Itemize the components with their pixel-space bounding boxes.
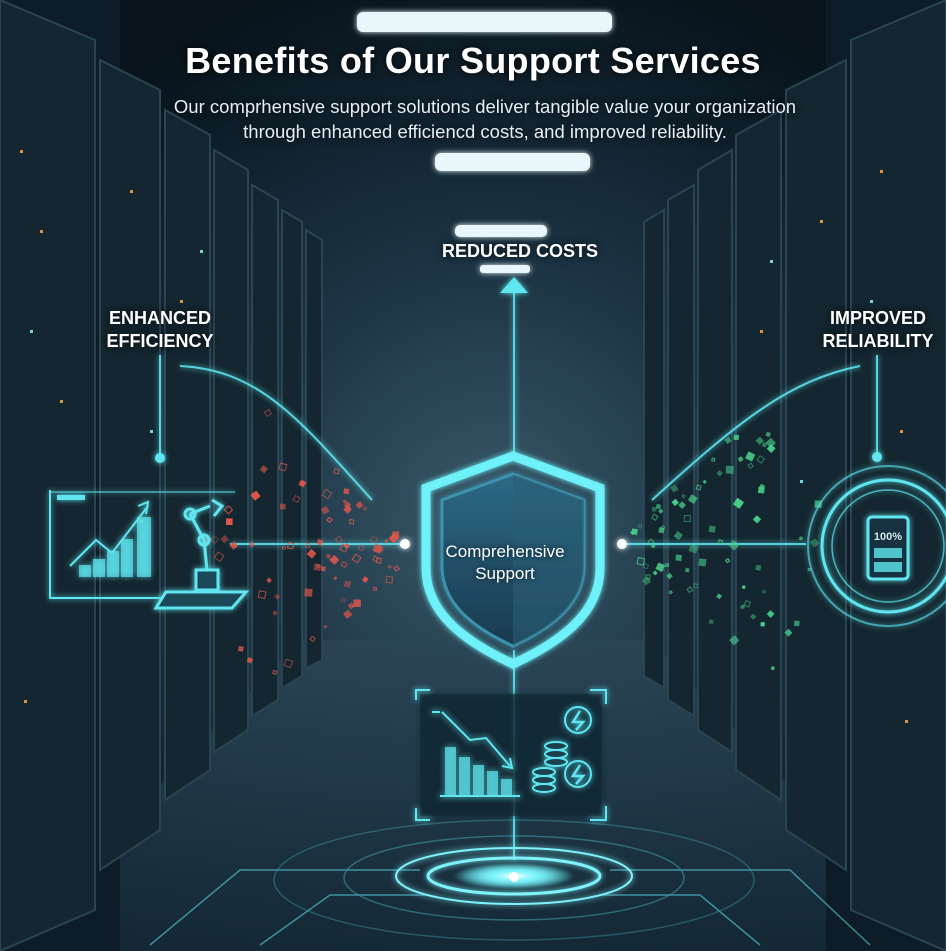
data-particle: [333, 576, 338, 581]
data-particle: [362, 506, 368, 512]
data-particle: [238, 645, 244, 652]
data-particle: [765, 431, 771, 437]
battery-percentage: 100%: [873, 531, 903, 543]
data-particle: [658, 527, 665, 534]
data-particle: [757, 486, 765, 494]
data-particle: [353, 599, 361, 608]
data-particle: [343, 580, 352, 588]
data-particle: [342, 498, 348, 504]
benefit-label-reduced-costs: REDUCED COSTS: [441, 241, 598, 261]
data-particle: [684, 567, 690, 573]
cost-down-chart-icon: [415, 689, 607, 821]
data-particle: [226, 518, 233, 526]
data-particle: [688, 543, 699, 554]
data-particle: [733, 434, 740, 441]
data-particle: [658, 508, 664, 514]
data-particle: [702, 479, 707, 484]
page-title: Benefits of Our Support Services: [185, 40, 761, 81]
page-subtitle: Our comprhensive support solutions deliv…: [173, 96, 797, 142]
data-particle: [323, 624, 328, 629]
data-particle: [272, 610, 278, 616]
data-particle: [725, 465, 734, 474]
benefit-label-improved-reliability: IMPROVED RELIABILITY: [822, 308, 934, 351]
data-particle: [279, 503, 286, 510]
data-particle: [708, 619, 714, 625]
data-particle: [755, 564, 762, 571]
data-particle: [655, 503, 662, 510]
data-particle: [387, 564, 392, 570]
data-particle: [304, 588, 313, 597]
data-particle: [708, 525, 716, 533]
benefit-label-enhanced-efficiency: ENHANCED EFFICIENCY: [106, 308, 214, 351]
data-particle: [760, 622, 765, 627]
data-particle: [650, 543, 656, 549]
data-particle: [798, 536, 804, 541]
infographic: Benefits of Our Support Services Our com…: [0, 0, 946, 951]
data-particle: [793, 620, 800, 627]
data-particle: [246, 657, 254, 664]
data-particle: [325, 553, 331, 559]
data-particle: [698, 558, 707, 567]
center-support-label: Comprehensive Support: [445, 542, 565, 583]
data-particle: [320, 566, 326, 572]
data-particle: [741, 585, 746, 589]
data-particle: [770, 666, 775, 671]
data-particle: [651, 506, 657, 512]
data-particle: [665, 563, 670, 568]
data-particle: [384, 538, 389, 544]
data-particle: [675, 554, 682, 562]
data-particle: [761, 442, 768, 448]
data-particle: [392, 531, 400, 539]
data-particle: [343, 488, 350, 495]
